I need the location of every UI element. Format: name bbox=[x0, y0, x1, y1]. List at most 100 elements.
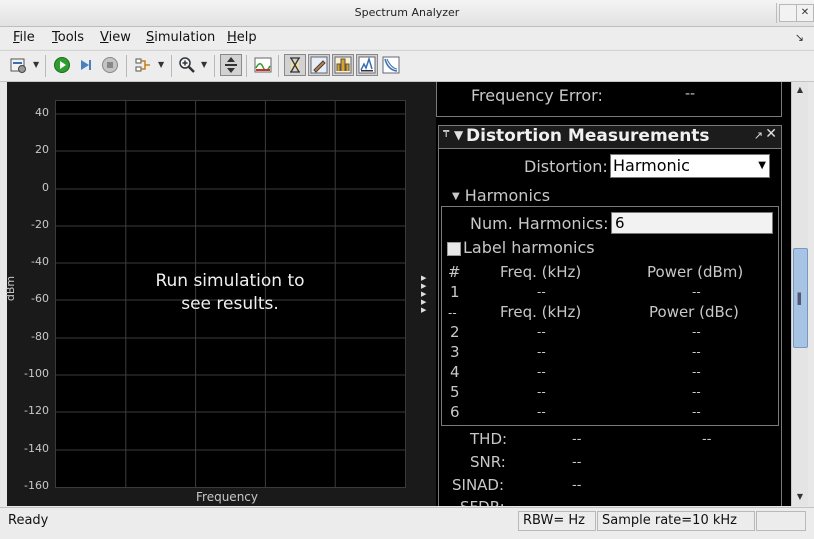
window-title: Spectrum Analyzer bbox=[354, 6, 460, 19]
y-axis-label: dBm bbox=[4, 275, 18, 302]
snr-label: SNR: bbox=[470, 453, 506, 471]
y-tick-label: -40 bbox=[31, 255, 49, 268]
table-header-power-dbc: Power (dBc) bbox=[649, 303, 739, 321]
distortion-icon bbox=[334, 56, 352, 74]
status-sample-rate: Sample rate=10 kHz bbox=[597, 511, 755, 531]
toolbar-separator bbox=[45, 55, 46, 77]
num-harmonics-label: Num. Harmonics: bbox=[470, 214, 609, 233]
signal-selector-icon bbox=[135, 58, 150, 72]
pin-icon[interactable]: ₸ bbox=[443, 129, 449, 140]
table-row-freq: -- bbox=[537, 285, 546, 299]
scale-y-axis-button[interactable] bbox=[220, 54, 242, 76]
thd-value: -- bbox=[572, 432, 582, 447]
chevron-down-icon: ▼ bbox=[758, 160, 766, 171]
label-harmonics-label: Label harmonics bbox=[463, 238, 595, 257]
collapse-arrows-icon[interactable]: ▶ ▶ ▶ ▶ ▶ bbox=[421, 274, 426, 314]
table-row-power: -- bbox=[692, 285, 701, 299]
spectrum-settings-button[interactable] bbox=[252, 54, 274, 76]
measurements-panel: Frequency Error: -- ₸ ▼ Distortion Measu… bbox=[436, 82, 791, 506]
undock-icon[interactable]: ↗ bbox=[754, 129, 763, 142]
menu-help[interactable]: Help bbox=[227, 30, 257, 45]
table-row-index: 5 bbox=[450, 383, 460, 401]
menu-bar: File Tools View Simulation Help ↘ bbox=[0, 27, 814, 49]
stop-button[interactable] bbox=[99, 54, 121, 76]
distortion-measurements-header[interactable]: ₸ ▼ Distortion Measurements ↗ ✕ bbox=[438, 125, 782, 149]
status-blank bbox=[756, 511, 806, 531]
frequency-error-value: -- bbox=[685, 86, 696, 102]
cursor-icon bbox=[290, 57, 300, 73]
data-cursors-button[interactable] bbox=[284, 54, 306, 76]
scroll-up-button[interactable]: ▲ bbox=[793, 83, 807, 97]
zoom-button[interactable] bbox=[176, 54, 198, 76]
table-row-index: 3 bbox=[450, 343, 460, 361]
channel-measurements-button[interactable] bbox=[308, 54, 330, 76]
zoom-dropdown-icon[interactable]: ▼ bbox=[201, 60, 207, 69]
close-window-button[interactable]: ✕ bbox=[796, 4, 814, 22]
num-harmonics-input[interactable]: 6 bbox=[611, 212, 773, 234]
minimize-button[interactable] bbox=[779, 4, 797, 22]
table-row-power: -- bbox=[692, 325, 701, 339]
sinad-value: -- bbox=[572, 478, 582, 493]
table-header-sep: -- bbox=[448, 306, 457, 320]
frequency-error-label: Frequency Error: bbox=[471, 86, 603, 105]
table-row-freq: -- bbox=[537, 325, 546, 339]
peak-finder-button[interactable] bbox=[356, 54, 378, 76]
ccdf-icon bbox=[382, 56, 400, 74]
title-bar: Spectrum Analyzer ✕ bbox=[0, 0, 814, 27]
spectrum-icon bbox=[254, 57, 272, 73]
menu-tools[interactable]: Tools bbox=[52, 30, 84, 45]
status-rbw: RBW= Hz bbox=[518, 511, 596, 531]
scroll-down-button[interactable]: ▼ bbox=[793, 490, 807, 504]
x-axis-label: Frequency bbox=[196, 490, 258, 504]
table-row-freq: -- bbox=[537, 345, 546, 359]
pencil-icon bbox=[310, 56, 328, 74]
table-row-freq: -- bbox=[537, 365, 546, 379]
menu-simulation[interactable]: Simulation bbox=[146, 30, 215, 45]
menu-file[interactable]: File bbox=[13, 30, 35, 45]
menu-view[interactable]: View bbox=[100, 30, 131, 45]
dock-menu-icon[interactable]: ↘ bbox=[795, 31, 804, 44]
toolbar-separator bbox=[171, 55, 172, 77]
frequency-error-box: Frequency Error: -- bbox=[436, 82, 782, 117]
close-icon[interactable]: ✕ bbox=[765, 126, 777, 142]
settings-dropdown-icon[interactable]: ▼ bbox=[33, 60, 39, 69]
y-tick-label: -160 bbox=[24, 479, 49, 492]
ccdf-measurements-button[interactable] bbox=[380, 54, 402, 76]
table-row-power: -- bbox=[692, 365, 701, 379]
run-icon bbox=[54, 57, 70, 73]
settings-button[interactable] bbox=[7, 54, 29, 76]
grip-icon: ▪ ▪ ▪ ▪ bbox=[797, 290, 802, 307]
title-separator bbox=[776, 3, 777, 23]
y-tick-label: 20 bbox=[35, 143, 49, 156]
table-header-freq: Freq. (kHz) bbox=[500, 263, 582, 281]
status-ready: Ready bbox=[8, 513, 49, 528]
table-header-power-dbm: Power (dBm) bbox=[647, 263, 744, 281]
panel-splitter[interactable]: ▶ ▶ ▶ ▶ ▶ bbox=[416, 82, 436, 506]
peak-finder-icon bbox=[358, 56, 376, 74]
table-row-freq: -- bbox=[537, 405, 546, 419]
collapse-triangle-icon[interactable]: ▼ bbox=[454, 128, 463, 142]
expand-triangle-icon: ▼ bbox=[452, 191, 460, 202]
distortion-measurements-button[interactable] bbox=[332, 54, 354, 76]
sfdr-label: SFDR: bbox=[460, 498, 505, 506]
y-tick-label: -120 bbox=[24, 404, 49, 417]
scroll-thumb[interactable]: ▪ ▪ ▪ ▪ bbox=[793, 248, 808, 348]
y-tick-label: -60 bbox=[31, 292, 49, 305]
sinad-label: SINAD: bbox=[452, 476, 505, 494]
y-tick-label: 0 bbox=[42, 181, 49, 194]
vertical-scrollbar[interactable]: ▲ ▪ ▪ ▪ ▪ ▼ bbox=[791, 82, 808, 506]
harmonics-section-toggle[interactable]: ▼ Harmonics bbox=[452, 186, 550, 205]
run-button[interactable] bbox=[51, 54, 73, 76]
distortion-select[interactable]: Harmonic ▼ bbox=[610, 154, 770, 178]
distortion-label: Distortion: bbox=[524, 157, 608, 176]
stop-icon bbox=[102, 57, 118, 73]
signal-dropdown-icon[interactable]: ▼ bbox=[158, 60, 164, 69]
thd-value: -- bbox=[702, 432, 712, 447]
toolbar: ▼ ▼ ▼ bbox=[0, 50, 814, 82]
toolbar-separator bbox=[214, 55, 215, 77]
signal-selector-button[interactable] bbox=[132, 54, 154, 76]
step-forward-button[interactable] bbox=[75, 54, 97, 76]
scale-axes-icon bbox=[225, 57, 237, 73]
toolbar-separator bbox=[278, 55, 279, 77]
label-harmonics-checkbox[interactable] bbox=[447, 242, 461, 256]
